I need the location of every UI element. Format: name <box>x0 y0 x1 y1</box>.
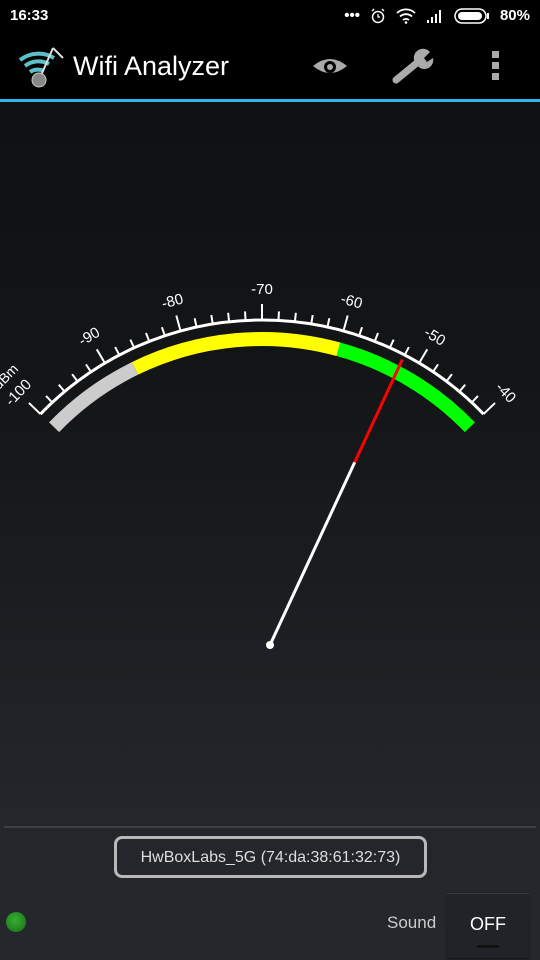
tick-label: -90 <box>76 324 103 350</box>
battery-icon <box>454 7 489 24</box>
major-tick <box>418 348 429 364</box>
major-tick <box>28 402 42 415</box>
signal-gauge: -100-90-80-70-60-50-40dBm <box>0 281 519 649</box>
needle-pivot <box>266 641 274 649</box>
signal-icon <box>426 9 441 23</box>
tick-label: -70 <box>251 281 273 298</box>
app-title: Wifi Analyzer <box>73 51 230 81</box>
minor-tick <box>458 384 466 393</box>
sound-label: Sound <box>387 913 437 932</box>
minor-tick <box>403 346 410 356</box>
minor-tick <box>45 395 53 404</box>
overflow-menu-icon[interactable] <box>491 50 501 82</box>
major-tick <box>482 402 496 415</box>
alarm-icon <box>371 8 385 23</box>
tick-label: -50 <box>421 324 448 350</box>
gauge-band <box>336 342 475 433</box>
needle-tip <box>353 358 404 463</box>
minor-tick <box>71 373 79 382</box>
app-logo-icon <box>18 47 64 88</box>
divider <box>4 826 536 828</box>
minor-tick <box>471 395 479 404</box>
minor-tick <box>310 314 314 325</box>
wrench-icon[interactable] <box>392 48 436 84</box>
minor-tick <box>114 346 121 356</box>
more-dots-icon: ••• <box>344 7 360 24</box>
minor-tick <box>129 339 136 349</box>
minor-tick <box>358 326 364 337</box>
clock: 16:33 <box>10 7 49 24</box>
status-bar: 16:33 ••• 80% <box>0 0 540 32</box>
minor-tick <box>373 332 379 342</box>
minor-tick <box>58 384 66 393</box>
major-tick <box>175 315 182 332</box>
eye-icon[interactable] <box>311 56 349 80</box>
app-bar: Wifi Analyzer <box>0 32 540 102</box>
minor-tick <box>145 332 151 342</box>
tick-label: -80 <box>160 290 185 312</box>
tick-label: -60 <box>339 290 364 312</box>
major-tick <box>342 315 349 332</box>
wifi-icon <box>396 8 416 24</box>
minor-tick <box>432 363 439 373</box>
tick-label: -40 <box>492 379 519 406</box>
status-indicator-led <box>6 912 26 932</box>
needle-shaft <box>268 461 357 646</box>
minor-tick <box>326 318 331 328</box>
minor-tick <box>227 312 231 322</box>
network-selector-button[interactable]: HwBoxLabs_5G (74:da:38:61:32:73) <box>114 836 427 878</box>
minor-tick <box>293 312 297 322</box>
sound-toggle-button[interactable]: OFF <box>447 893 529 958</box>
minor-tick <box>160 326 166 337</box>
minor-tick <box>193 318 198 328</box>
minor-tick <box>85 363 92 373</box>
major-tick <box>95 348 106 364</box>
gauge-band <box>131 332 341 375</box>
minor-tick <box>388 339 395 349</box>
minor-tick <box>210 314 214 325</box>
battery-level: 80% <box>499 7 530 24</box>
minor-tick <box>445 373 453 382</box>
gauge-band <box>49 362 139 433</box>
